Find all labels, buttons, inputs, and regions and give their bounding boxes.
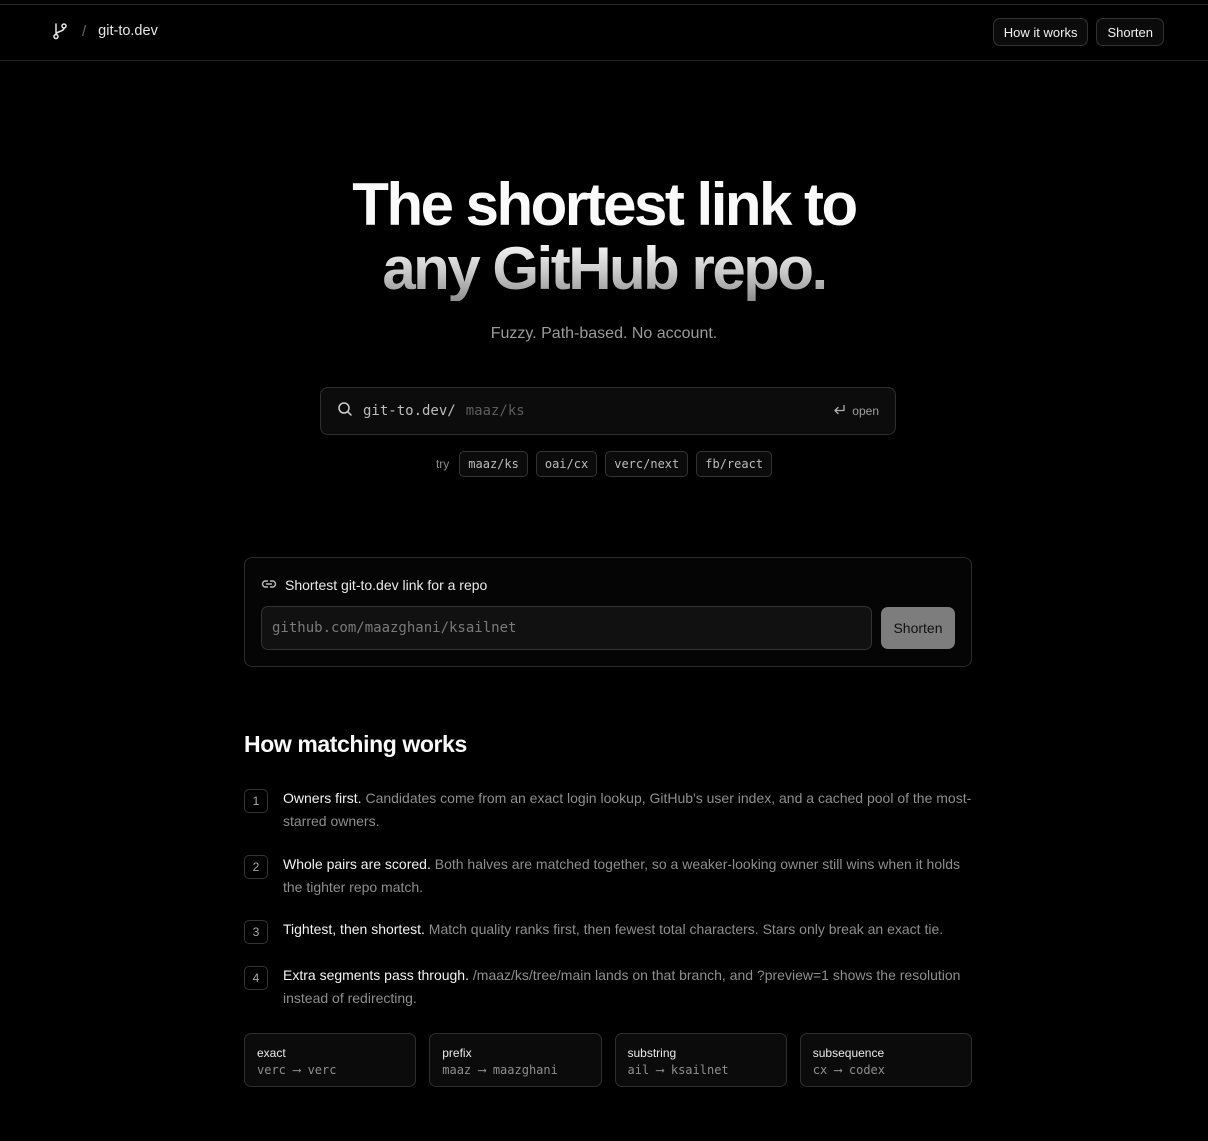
header: / git-to.dev How it works Shorten	[0, 5, 1208, 61]
match-type-name: substring	[627, 1046, 677, 1060]
enter-key-icon	[833, 404, 846, 419]
try-label: try	[435, 457, 450, 471]
match-type-card: substring ail ⟶ ksailnet	[614, 1033, 787, 1087]
step-item: 4 Extra segments pass through. /maaz/ks/…	[244, 964, 972, 1010]
step-number: 2	[244, 855, 268, 879]
repo-search-input[interactable]	[465, 403, 834, 419]
shorten-button[interactable]: Shorten	[881, 607, 955, 649]
step-item: 2 Whole pairs are scored. Both halves ar…	[244, 853, 972, 899]
suggestion-chip[interactable]: maaz/ks	[459, 451, 528, 477]
step-lead: Tightest, then shortest.	[283, 921, 425, 937]
open-hint: open	[833, 404, 879, 419]
open-hint-label: open	[852, 404, 879, 418]
suggestion-chip[interactable]: oai/cx	[535, 451, 598, 477]
how-matching-title: How matching works	[244, 731, 467, 757]
try-suggestions: try maaz/ks oai/cx verc/next fb/react	[0, 451, 1208, 477]
hero-title: The shortest link to any GitHub repo.	[0, 173, 1208, 301]
step-text: Extra segments pass through. /maaz/ks/tr…	[283, 964, 972, 1010]
link-icon	[261, 577, 277, 593]
step-number: 3	[244, 920, 268, 944]
hero-subtitle: Fuzzy. Path-based. No account.	[490, 325, 718, 342]
step-lead: Whole pairs are scored.	[283, 856, 431, 872]
hero-title-line1: The shortest link to	[352, 171, 858, 238]
step-text: Whole pairs are scored. Both halves are …	[283, 853, 972, 899]
match-type-card: exact verc ⟶ verc	[244, 1033, 417, 1087]
match-type-cards: exact verc ⟶ verc prefix maaz ⟶ maazghan…	[244, 1033, 972, 1087]
match-type-name: subsequence	[812, 1046, 885, 1060]
search-prefix: git-to.dev/	[363, 403, 456, 419]
match-type-card: subsequence cx ⟶ codex	[799, 1033, 972, 1087]
step-body: Match quality ranks first, then fewest t…	[424, 921, 944, 937]
suggestion-chip[interactable]: verc/next	[605, 451, 689, 477]
repo-url-input[interactable]	[261, 606, 872, 650]
match-type-example: ail ⟶ ksailnet	[627, 1063, 729, 1077]
git-branch-icon	[52, 22, 68, 40]
brand[interactable]: / git-to.dev	[52, 22, 158, 40]
step-body: Candidates come from an exact login look…	[283, 790, 972, 829]
hero-title-line2: any GitHub repo.	[0, 237, 1208, 301]
site-name[interactable]: git-to.dev	[98, 23, 158, 39]
match-type-example: verc ⟶ verc	[257, 1063, 337, 1077]
match-type-card: prefix maaz ⟶ maazghani	[429, 1033, 602, 1087]
shorten-nav-button[interactable]: Shorten	[1096, 18, 1164, 46]
top-nav: How it works Shorten	[992, 18, 1164, 46]
step-item: 3 Tightest, then shortest. Match quality…	[244, 918, 972, 944]
repo-search-box[interactable]: git-to.dev/ open	[320, 387, 896, 435]
shorten-card: Shortest git-to.dev link for a repo Shor…	[244, 557, 972, 667]
how-it-works-button[interactable]: How it works	[992, 18, 1089, 46]
match-type-example: maaz ⟶ maazghani	[442, 1063, 558, 1077]
step-text: Owners first. Candidates come from an ex…	[283, 787, 972, 833]
step-item: 1 Owners first. Candidates come from an …	[244, 787, 972, 833]
match-type-example: cx ⟶ codex	[812, 1063, 885, 1077]
match-type-name: exact	[257, 1046, 286, 1060]
shorten-card-title-text: Shortest git-to.dev link for a repo	[285, 577, 488, 593]
step-lead: Owners first.	[283, 790, 362, 806]
suggestion-chip[interactable]: fb/react	[696, 451, 773, 477]
shorten-card-title: Shortest git-to.dev link for a repo	[261, 577, 487, 593]
breadcrumb-separator: /	[82, 22, 87, 40]
match-type-name: prefix	[442, 1046, 472, 1060]
step-number: 4	[244, 966, 268, 990]
step-number: 1	[244, 789, 268, 813]
step-lead: Extra segments pass through.	[283, 967, 469, 983]
step-text: Tightest, then shortest. Match quality r…	[283, 918, 943, 944]
search-icon	[337, 401, 353, 422]
